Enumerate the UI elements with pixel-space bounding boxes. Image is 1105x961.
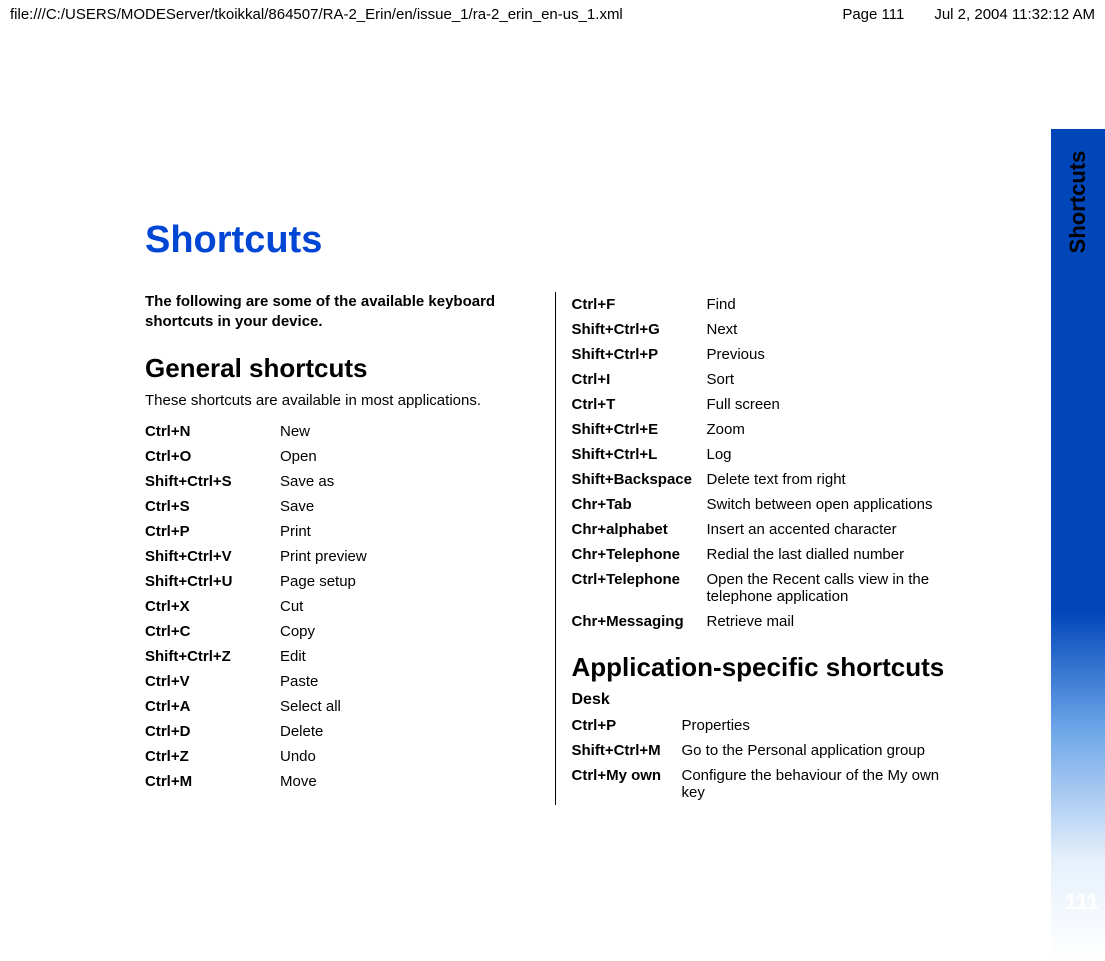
table-row: Ctrl+DDelete bbox=[145, 719, 539, 744]
table-row: Ctrl+XCut bbox=[145, 594, 539, 619]
side-tab-label: Shortcuts bbox=[1065, 151, 1091, 254]
table-row: Ctrl+PPrint bbox=[145, 519, 539, 544]
general-heading: General shortcuts bbox=[145, 353, 539, 384]
table-row: Chr+TelephoneRedial the last dialled num… bbox=[572, 542, 966, 567]
desk-shortcuts: Ctrl+PProperties Shift+Ctrl+MGo to the P… bbox=[572, 713, 966, 805]
general-sub: These shortcuts are available in most ap… bbox=[145, 392, 539, 409]
table-row: Chr+alphabetInsert an accented character bbox=[572, 517, 966, 542]
table-row: Shift+Ctrl+PPrevious bbox=[572, 342, 966, 367]
table-row: Chr+MessagingRetrieve mail bbox=[572, 609, 966, 634]
table-row: Ctrl+My ownConfigure the behaviour of th… bbox=[572, 763, 966, 805]
table-row: Ctrl+CCopy bbox=[145, 619, 539, 644]
table-row: Shift+Ctrl+LLog bbox=[572, 442, 966, 467]
general-shortcuts-left: Ctrl+NNew Ctrl+OOpen Shift+Ctrl+SSave as… bbox=[145, 419, 539, 794]
timestamp: Jul 2, 2004 11:32:12 AM bbox=[934, 6, 1095, 23]
table-row: Shift+Ctrl+GNext bbox=[572, 317, 966, 342]
side-tab: Shortcuts 111 bbox=[1051, 129, 1105, 960]
page-number: 111 bbox=[1065, 889, 1099, 915]
table-row: Ctrl+MMove bbox=[145, 769, 539, 794]
table-row: Ctrl+VPaste bbox=[145, 669, 539, 694]
table-row: Ctrl+ZUndo bbox=[145, 744, 539, 769]
table-row: Shift+Ctrl+UPage setup bbox=[145, 569, 539, 594]
table-row: Shift+Ctrl+VPrint preview bbox=[145, 544, 539, 569]
table-row: Ctrl+PProperties bbox=[572, 713, 966, 738]
table-row: Ctrl+SSave bbox=[145, 494, 539, 519]
table-row: Shift+BackspaceDelete text from right bbox=[572, 467, 966, 492]
print-header: file:///C:/USERS/MODEServer/tkoikkal/864… bbox=[0, 0, 1105, 29]
table-row: Ctrl+TelephoneOpen the Recent calls view… bbox=[572, 567, 966, 609]
page-label: Page 111 bbox=[842, 6, 904, 23]
table-row: Ctrl+ASelect all bbox=[145, 694, 539, 719]
table-row: Ctrl+ISort bbox=[572, 367, 966, 392]
table-row: Shift+Ctrl+ZEdit bbox=[145, 644, 539, 669]
table-row: Shift+Ctrl+MGo to the Personal applicati… bbox=[572, 738, 966, 763]
table-row: Ctrl+TFull screen bbox=[572, 392, 966, 417]
page-title: Shortcuts bbox=[145, 219, 965, 262]
table-row: Chr+TabSwitch between open applications bbox=[572, 492, 966, 517]
intro-text: The following are some of the available … bbox=[145, 292, 539, 333]
file-path: file:///C:/USERS/MODEServer/tkoikkal/864… bbox=[10, 6, 623, 23]
table-row: Shift+Ctrl+SSave as bbox=[145, 469, 539, 494]
table-row: Shift+Ctrl+EZoom bbox=[572, 417, 966, 442]
table-row: Ctrl+FFind bbox=[572, 292, 966, 317]
table-row: Ctrl+OOpen bbox=[145, 444, 539, 469]
app-specific-heading: Application-specific shortcuts bbox=[572, 652, 966, 683]
desk-subhead: Desk bbox=[572, 691, 966, 709]
general-shortcuts-right: Ctrl+FFind Shift+Ctrl+GNext Shift+Ctrl+P… bbox=[572, 292, 966, 634]
table-row: Ctrl+NNew bbox=[145, 419, 539, 444]
